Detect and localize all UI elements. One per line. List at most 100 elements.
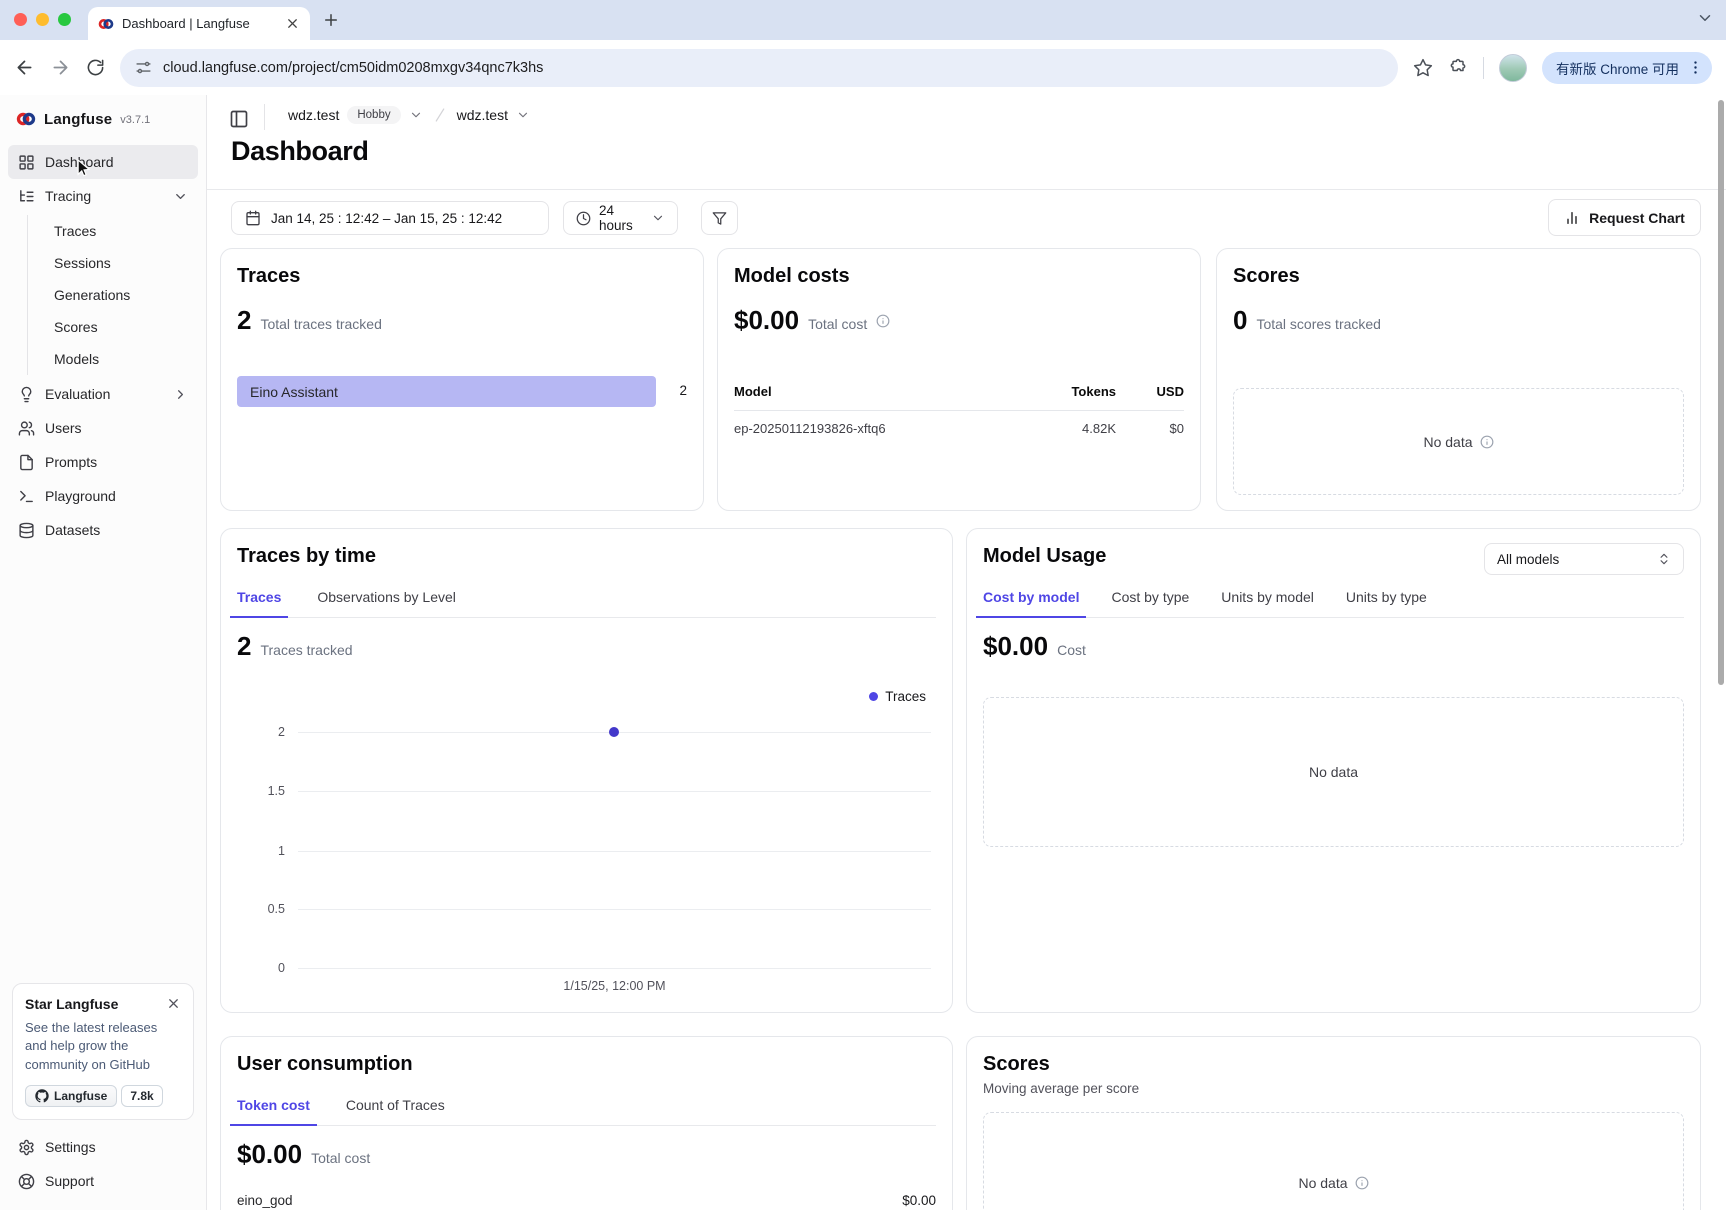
chrome-update-chip[interactable]: 有新版 Chrome 可用 — [1542, 52, 1712, 84]
tab-search-chevron-icon[interactable] — [1696, 9, 1714, 27]
github-star-count[interactable]: 7.8k — [121, 1085, 162, 1107]
column-header-tokens: Tokens — [1016, 384, 1116, 399]
model-usage-cost-value: $0.00 — [983, 631, 1048, 662]
sidebar-toggle-icon[interactable] — [229, 109, 249, 129]
sidebar-item-users[interactable]: Users — [8, 411, 198, 445]
date-range-picker[interactable]: Jan 14, 25 : 12:42 – Jan 15, 25 : 12:42 — [231, 201, 549, 235]
legend-label: Traces — [885, 689, 926, 704]
reload-icon[interactable] — [86, 58, 105, 77]
list-item[interactable]: eino_god $0.00 — [237, 1193, 936, 1208]
sidebar-item-tracing[interactable]: Tracing — [8, 179, 198, 213]
brand-name: Langfuse — [44, 111, 112, 128]
tab-cost-by-type[interactable]: Cost by type — [1111, 589, 1189, 617]
app-version: v3.7.1 — [120, 112, 150, 126]
sidebar-item-generations[interactable]: Generations — [28, 279, 198, 311]
sidebar-item-dashboard[interactable]: Dashboard — [8, 145, 198, 179]
breadcrumb-project[interactable]: wdz.test — [457, 107, 508, 123]
site-info-icon[interactable] — [135, 59, 152, 76]
sidebar-item-playground[interactable]: Playground — [8, 479, 198, 513]
trace-name-bar[interactable]: Eino Assistant — [237, 376, 656, 407]
tab-units-by-model[interactable]: Units by model — [1221, 589, 1314, 617]
chevron-right-icon[interactable] — [173, 387, 188, 402]
model-costs-value: $0.00 — [734, 305, 799, 336]
model-usage-card: Model Usage All models Cost by model Cos… — [966, 528, 1701, 1013]
sidebar-item-evaluation[interactable]: Evaluation — [8, 377, 198, 411]
extensions-icon[interactable] — [1448, 58, 1468, 78]
database-icon — [18, 522, 35, 539]
tab-units-by-type[interactable]: Units by type — [1346, 589, 1427, 617]
life-buoy-icon — [18, 1173, 35, 1190]
terminal-icon — [18, 488, 35, 505]
filter-button[interactable] — [701, 201, 738, 235]
info-icon[interactable] — [876, 314, 890, 328]
table-row[interactable]: ep-20250112193826-xftq6 4.82K $0 — [734, 421, 1184, 436]
page-scrollbar[interactable] — [1718, 100, 1724, 685]
traces-tracked-label: Traces tracked — [260, 642, 352, 658]
calendar-icon — [245, 210, 261, 226]
model-select-value: All models — [1497, 552, 1559, 567]
no-data-box: No data — [983, 1112, 1684, 1210]
profile-avatar[interactable] — [1499, 54, 1527, 82]
tab-close-icon[interactable] — [285, 16, 300, 31]
sidebar-item-models[interactable]: Models — [28, 343, 198, 375]
maximize-window-button[interactable] — [58, 13, 71, 26]
breadcrumb: wdz.test Hobby wdz.test — [288, 106, 530, 124]
breadcrumb-org[interactable]: wdz.test — [288, 107, 339, 123]
browser-menu-icon[interactable] — [1687, 59, 1704, 76]
clock-icon — [576, 211, 591, 226]
sidebar-item-settings[interactable]: Settings — [8, 1130, 198, 1164]
tab-token-cost[interactable]: Token cost — [237, 1097, 310, 1125]
github-star-button[interactable]: Langfuse — [25, 1085, 117, 1107]
forward-icon[interactable] — [50, 57, 71, 78]
chevron-down-icon[interactable] — [409, 108, 423, 122]
close-window-button[interactable] — [14, 13, 27, 26]
browser-tab-strip: Dashboard | Langfuse — [0, 0, 1726, 40]
sidebar-item-prompts[interactable]: Prompts — [8, 445, 198, 479]
chevron-down-icon[interactable] — [516, 108, 530, 122]
sidebar-item-traces[interactable]: Traces — [28, 215, 198, 247]
address-bar[interactable]: cloud.langfuse.com/project/cm50idm0208mx… — [120, 49, 1398, 87]
trace-bar-row: Eino Assistant 2 — [237, 376, 687, 407]
tab-traces[interactable]: Traces — [237, 589, 281, 617]
new-tab-button[interactable] — [322, 11, 340, 29]
chevron-down-icon[interactable] — [173, 189, 188, 204]
usd-cell: $0 — [1116, 421, 1184, 436]
sidebar-item-datasets[interactable]: Datasets — [8, 513, 198, 547]
model-select[interactable]: All models — [1484, 543, 1684, 575]
chrome-update-text: 有新版 Chrome 可用 — [1556, 58, 1679, 78]
users-icon — [18, 420, 35, 437]
back-icon[interactable] — [14, 57, 35, 78]
sidebar-nav: Dashboard Tracing Traces Sessions Genera… — [0, 141, 206, 551]
sidebar-item-support[interactable]: Support — [8, 1164, 198, 1198]
card-title: User consumption — [237, 1053, 413, 1076]
y-axis-tick: 0.5 — [221, 902, 285, 916]
star-langfuse-card: Star Langfuse See the latest releases an… — [12, 983, 194, 1120]
chevrons-up-down-icon — [1657, 552, 1671, 566]
gridline — [298, 909, 931, 910]
request-chart-button[interactable]: Request Chart — [1548, 199, 1701, 236]
sidebar-item-label: Tracing — [45, 188, 91, 204]
browser-tab[interactable]: Dashboard | Langfuse — [88, 7, 310, 40]
sidebar-item-scores[interactable]: Scores — [28, 311, 198, 343]
user-name: eino_god — [237, 1193, 293, 1208]
gridline — [298, 968, 931, 969]
tab-observations-by-level[interactable]: Observations by Level — [317, 589, 456, 617]
sidebar-footer: Settings Support — [8, 1130, 198, 1198]
chart-data-point[interactable] — [609, 727, 619, 737]
browser-toolbar: cloud.langfuse.com/project/cm50idm0208mx… — [0, 40, 1726, 95]
info-icon[interactable] — [1355, 1176, 1369, 1190]
tab-cost-by-model[interactable]: Cost by model — [983, 589, 1079, 617]
tab-count-of-traces[interactable]: Count of Traces — [346, 1097, 445, 1125]
traces-by-time-card: Traces by time Traces Observations by Le… — [220, 528, 953, 1013]
y-axis-tick: 0 — [221, 961, 285, 975]
bar-chart-icon — [1564, 210, 1580, 226]
close-icon[interactable] — [166, 996, 181, 1011]
y-axis-tick: 2 — [221, 725, 285, 739]
info-icon[interactable] — [1480, 435, 1494, 449]
tokens-cell: 4.82K — [1016, 421, 1116, 436]
time-preset-dropdown[interactable]: 24 hours — [563, 201, 678, 235]
bookmark-star-icon[interactable] — [1413, 58, 1433, 78]
sidebar-item-sessions[interactable]: Sessions — [28, 247, 198, 279]
chevron-down-icon — [651, 211, 665, 225]
minimize-window-button[interactable] — [36, 13, 49, 26]
